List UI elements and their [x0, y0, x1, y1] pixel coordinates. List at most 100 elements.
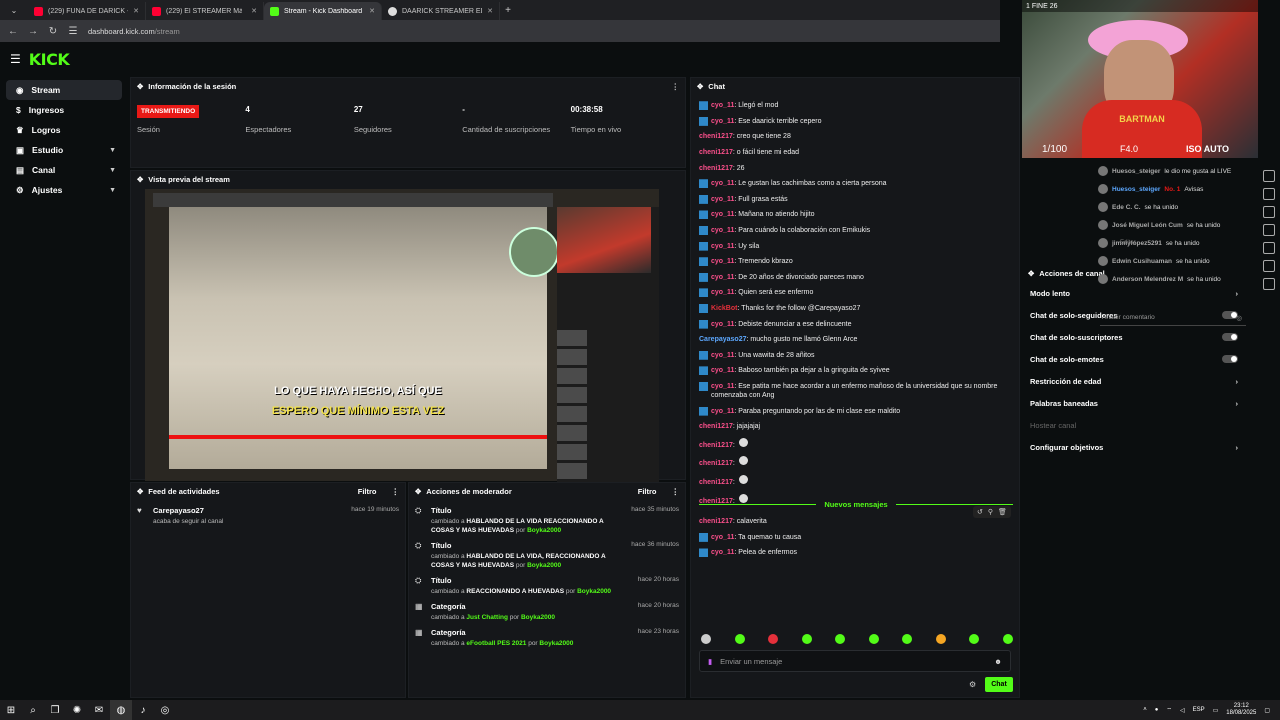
chat-message[interactable]: cyo_11: Para cuándo la colaboración con …: [699, 223, 999, 239]
chat-message[interactable]: cyo_11: Una wawita de 28 añitos: [699, 348, 999, 364]
copilot-icon[interactable]: ✺: [66, 700, 88, 720]
chat-message[interactable]: cyo_11: Le gustan las cachimbas como a c…: [699, 176, 999, 192]
chat-message[interactable]: cheni1217:: [699, 453, 999, 472]
new-tab-icon[interactable]: +: [500, 5, 516, 16]
forward-icon[interactable]: →: [28, 26, 38, 37]
drag-handle-icon[interactable]: ✥: [137, 487, 143, 496]
chat-message[interactable]: cyo_11: Mañana no atiendo hijito: [699, 207, 999, 223]
windows-start-icon[interactable]: ⊞: [0, 700, 22, 720]
chat-username[interactable]: cheni1217: [699, 133, 733, 140]
chat-username[interactable]: cheni1217: [699, 165, 733, 172]
chat-username[interactable]: cyo_11: [711, 289, 734, 296]
stream-preview-video[interactable]: LO QUE HAYA HECHO, ASÍ QUE ESPERO QUE MÍ…: [145, 189, 659, 499]
url-field[interactable]: dashboard.kick.com/stream: [88, 27, 180, 36]
chat-username[interactable]: cyo_11: [711, 549, 734, 556]
emote-icon[interactable]: [835, 634, 846, 644]
emoji-icon[interactable]: ☻: [994, 657, 1002, 666]
task-view-icon[interactable]: ❐: [44, 700, 66, 720]
chat-username[interactable]: cyo_11: [711, 367, 734, 374]
tool-icon[interactable]: [1263, 224, 1275, 236]
chat-username[interactable]: cyo_11: [711, 102, 734, 109]
emote-icon[interactable]: [768, 634, 779, 644]
chat-message[interactable]: cheni1217:: [699, 472, 999, 491]
channel-action-row[interactable]: Palabras baneadas ›: [1022, 392, 1246, 414]
language-indicator[interactable]: ESP: [1193, 707, 1205, 713]
chat-message[interactable]: cheni1217: creo que tiene 28: [699, 129, 999, 145]
comment-input[interactable]: Añadir comentario ◎: [1100, 310, 1246, 326]
chat-message[interactable]: cyo_11: Debiste denunciar a ese delincue…: [699, 316, 999, 332]
close-icon[interactable]: ✕: [487, 7, 493, 15]
chat-input[interactable]: ▮ Enviar un mensaje ☻: [699, 650, 1011, 672]
chat-username[interactable]: cyo_11: [711, 211, 734, 218]
drag-handle-icon[interactable]: ✥: [137, 82, 143, 91]
chat-username[interactable]: cyo_11: [711, 534, 734, 541]
chat-username[interactable]: cyo_11: [711, 408, 734, 415]
tool-icon[interactable]: [1263, 260, 1275, 272]
back-icon[interactable]: ←: [8, 26, 18, 37]
tab-list-icon[interactable]: ⌄: [0, 6, 28, 15]
emote-icon[interactable]: [902, 634, 913, 644]
sidebar-item-estudio[interactable]: ▣ Estudio ▼: [6, 140, 122, 160]
site-info-icon[interactable]: ☰: [68, 26, 78, 37]
new-message-list[interactable]: cheni1217: calaverita cyo_11: Ta quemao t…: [699, 514, 999, 561]
chat-username[interactable]: cyo_11: [711, 196, 734, 203]
emote-icon[interactable]: [701, 634, 711, 644]
sidebar-item-stream[interactable]: ◉ Stream: [6, 80, 122, 100]
chat-username[interactable]: cyo_11: [711, 243, 734, 250]
chat-username[interactable]: cyo_11: [711, 118, 734, 125]
chevron-up-icon[interactable]: ˄: [1143, 707, 1147, 713]
battery-icon[interactable]: ▭: [1213, 707, 1219, 714]
volume-icon[interactable]: ◁: [1180, 707, 1185, 714]
chat-username[interactable]: cheni1217: [699, 423, 733, 430]
chat-message[interactable]: cyo_11: Tremendo kbrazo: [699, 254, 999, 270]
chat-username[interactable]: KickBot: [711, 305, 737, 312]
close-icon[interactable]: ✕: [133, 7, 139, 15]
mod-action-user[interactable]: Boyka2000: [527, 527, 561, 534]
chat-message[interactable]: cheni1217: jajajajaj: [699, 419, 999, 435]
emote-icon[interactable]: [734, 634, 745, 644]
mod-action-user[interactable]: Boyka2000: [577, 588, 611, 595]
sidebar-item-logros[interactable]: ♛ Logros: [6, 120, 122, 140]
chat-username[interactable]: cheni1217: [699, 149, 733, 156]
microphone-icon[interactable]: ●: [1155, 707, 1159, 713]
mod-action-user[interactable]: Boyka2000: [527, 562, 561, 569]
toggle-switch[interactable]: [1222, 333, 1238, 341]
search-icon[interactable]: ⌕: [22, 700, 44, 720]
chat-username[interactable]: cyo_11: [711, 274, 734, 281]
more-options-icon[interactable]: ⋮: [392, 487, 400, 496]
close-icon[interactable]: ✕: [369, 7, 375, 15]
chat-message[interactable]: cyo_11: Ta quemao tu causa: [699, 530, 999, 546]
chat-message[interactable]: cyo_11: Llegó el mod: [699, 98, 999, 114]
sidebar-item-ajustes[interactable]: ⚙ Ajustes ▼: [6, 180, 122, 200]
chat-message[interactable]: cyo_11: Uy sila: [699, 238, 999, 254]
chat-username[interactable]: Carepayaso27: [699, 336, 746, 343]
chat-message[interactable]: cyo_11: Ese patita me hace acordar a un …: [699, 379, 999, 404]
mic-icon[interactable]: ▮: [708, 657, 712, 666]
edit-label[interactable]: Editar: [1120, 240, 1136, 246]
chat-username[interactable]: cyo_11: [711, 383, 734, 390]
tool-icon[interactable]: [1263, 170, 1275, 182]
delete-icon[interactable]: 🗑: [998, 508, 1007, 516]
filter-button[interactable]: Filtro: [638, 487, 657, 496]
reload-icon[interactable]: ↻: [48, 26, 58, 37]
mod-action-user[interactable]: Boyka2000: [521, 614, 555, 621]
kick-logo[interactable]: KICK: [29, 50, 70, 69]
chat-username[interactable]: cheni1217: [699, 518, 733, 525]
chat-message[interactable]: cyo_11: De 20 años de divorciado pareces…: [699, 270, 999, 286]
chat-message[interactable]: Carepayaso27: mucho gusto me llamó Glenn…: [699, 332, 999, 348]
drag-handle-icon[interactable]: ✥: [137, 175, 143, 184]
browser-tab-3[interactable]: Stream - Kick Dashboard ✕: [264, 2, 382, 20]
chat-username[interactable]: cyo_11: [711, 180, 734, 187]
emote-icon[interactable]: [935, 634, 946, 644]
emote-icon[interactable]: [969, 634, 980, 644]
obs-icon[interactable]: ◎: [154, 700, 176, 720]
outlook-icon[interactable]: ✉: [88, 700, 110, 720]
notification-icon[interactable]: ▢: [1264, 707, 1270, 714]
channel-action-row[interactable]: Chat de solo-suscriptores: [1022, 326, 1246, 348]
chat-settings-gear-icon[interactable]: ⚙: [969, 680, 976, 689]
tool-icon[interactable]: [1263, 278, 1275, 290]
sidebar-item-canal[interactable]: ▤ Canal ▼: [6, 160, 122, 180]
chat-message-list[interactable]: cyo_11: Llegó el mod cyo_11: Ese daarick …: [699, 98, 999, 509]
chat-username[interactable]: cyo_11: [711, 321, 734, 328]
chat-username[interactable]: cheni1217: [699, 460, 733, 467]
